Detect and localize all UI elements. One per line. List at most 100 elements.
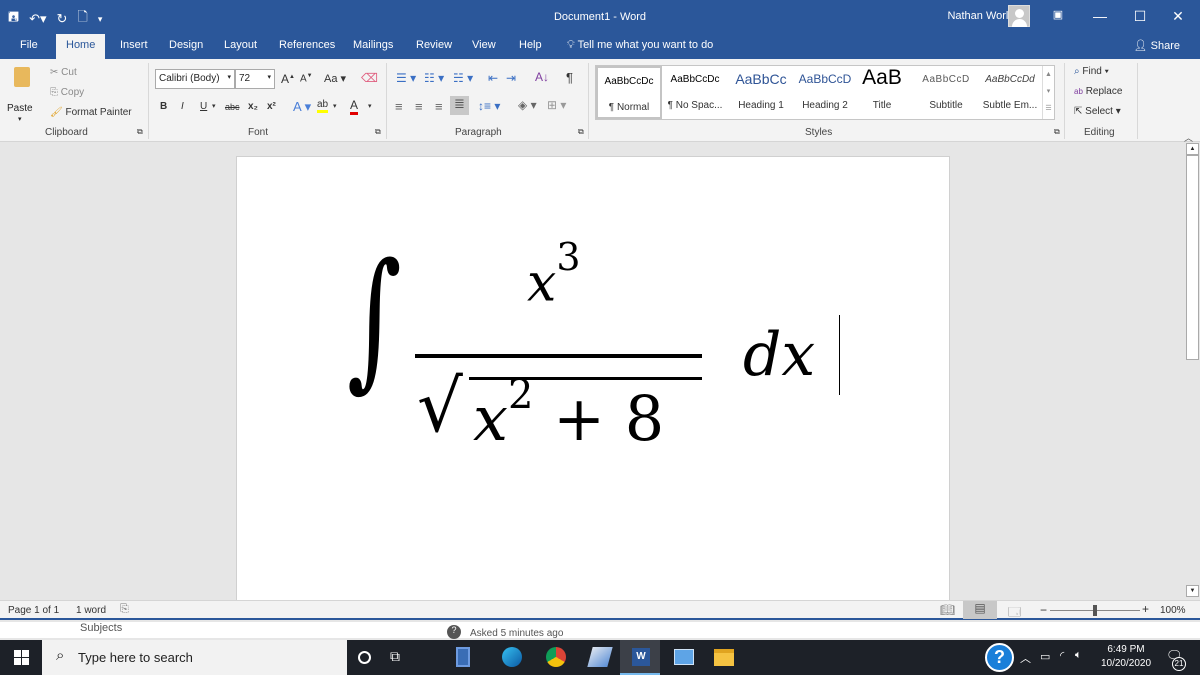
zoom-slider[interactable]	[1050, 605, 1140, 616]
style-heading-1[interactable]: AaBbCc Heading 1	[728, 66, 794, 119]
cortana-icon[interactable]	[358, 651, 371, 664]
zoom-in-button[interactable]: +	[1142, 602, 1149, 616]
style-no-spacing[interactable]: AaBbCcDc ¶ No Spac...	[662, 66, 728, 119]
underline-dropdown-icon[interactable]: ▾	[212, 102, 216, 110]
underline-button[interactable]: U	[200, 101, 207, 112]
tab-design[interactable]: Design	[169, 39, 203, 51]
tab-file[interactable]: File	[20, 39, 38, 51]
tab-mailings[interactable]: Mailings	[353, 39, 393, 51]
control-panel-icon[interactable]	[674, 649, 694, 665]
windows-start-icon[interactable]	[14, 650, 29, 665]
format-painter-button[interactable]: 🖌︎ Format Painter	[50, 107, 132, 118]
chrome-icon[interactable]	[546, 647, 566, 667]
font-color-dropdown-icon[interactable]: ▾	[368, 102, 372, 110]
text-effects-icon[interactable]: A ▾	[293, 99, 311, 115]
styles-launcher-icon[interactable]: ⧉	[1054, 127, 1060, 137]
clear-formatting-icon[interactable]: ⌫	[361, 71, 378, 85]
print-layout-icon[interactable]: ▤	[963, 601, 997, 619]
tab-review[interactable]: Review	[416, 39, 452, 51]
strikethrough-button[interactable]: abc	[225, 102, 240, 112]
copy-button[interactable]: ⎘ Copy	[50, 87, 84, 98]
volume-icon[interactable]: 🔈︎	[1075, 649, 1082, 662]
bold-button[interactable]: B	[160, 101, 167, 112]
subjects-label[interactable]: Subjects	[80, 622, 122, 634]
equation[interactable]: ∫ x3 √ x2 + 8 dx	[347, 232, 847, 472]
align-right-icon[interactable]: ≡	[435, 99, 443, 114]
clock[interactable]: 6:49 PM 10/20/2020	[1098, 643, 1154, 671]
shrink-font-icon[interactable]: A▼	[300, 73, 313, 84]
tab-view[interactable]: View	[472, 39, 496, 51]
file-explorer-icon[interactable]	[714, 649, 734, 666]
find-button[interactable]: ⌕ Find ▾	[1074, 66, 1109, 77]
style-normal[interactable]: AaBbCcDc ¶ Normal	[596, 66, 662, 119]
font-size-select[interactable]: 72 ▾	[235, 69, 275, 89]
close-button[interactable]: ✕	[1168, 8, 1188, 25]
bullets-icon[interactable]: ☰ ▾	[396, 71, 416, 85]
align-center-icon[interactable]: ≡	[415, 99, 423, 114]
battery-icon[interactable]: ▭	[1040, 650, 1050, 663]
show-hidden-icons[interactable]: ︿	[1020, 650, 1031, 666]
font-color-icon[interactable]: A	[350, 98, 359, 115]
shading-icon[interactable]: ◈ ▾	[518, 98, 537, 112]
read-mode-icon[interactable]: 📖︎	[940, 603, 955, 617]
document-page[interactable]: ∫ x3 √ x2 + 8 dx	[236, 156, 950, 606]
tab-insert[interactable]: Insert	[120, 39, 148, 51]
style-heading-2[interactable]: AaBbCcD Heading 2	[794, 66, 856, 119]
scroll-up-button[interactable]: ▲	[1186, 143, 1199, 155]
page-count[interactable]: Page 1 of 1	[8, 605, 59, 616]
cut-button[interactable]: ✂ Cut	[50, 67, 77, 78]
minimize-button[interactable]: —	[1090, 8, 1110, 24]
proofing-icon[interactable]: ⎘	[120, 603, 129, 616]
italic-button[interactable]: I	[181, 101, 184, 112]
show-formatting-icon[interactable]: ¶	[566, 70, 573, 85]
calculator-icon[interactable]	[456, 647, 470, 667]
font-name-select[interactable]: Calibri (Body) ▾	[155, 69, 235, 89]
clipboard-launcher-icon[interactable]: ⧉	[137, 127, 143, 137]
select-button[interactable]: ⇱ Select ▾	[1074, 106, 1121, 117]
highlight-icon[interactable]: ab	[317, 99, 329, 113]
align-left-icon[interactable]: ≡	[395, 99, 403, 114]
justify-icon[interactable]: ≣	[450, 96, 469, 115]
borders-icon[interactable]: ⊞ ▾	[547, 98, 566, 112]
highlight-dropdown-icon[interactable]: ▾	[333, 102, 337, 110]
style-subtle-emphasis[interactable]: AaBbCcDd Subtle Em...	[978, 66, 1042, 119]
subscript-button[interactable]: x₂	[248, 101, 258, 112]
edge-icon[interactable]	[502, 647, 522, 667]
zoom-level[interactable]: 100%	[1160, 605, 1186, 616]
user-avatar[interactable]	[1008, 5, 1030, 27]
scroll-down-button[interactable]: ▼	[1186, 585, 1199, 597]
replace-button[interactable]: ab Replace	[1074, 86, 1122, 97]
zoom-out-button[interactable]: −	[1040, 603, 1047, 617]
share-button[interactable]: 👤︎ Share	[1134, 39, 1180, 52]
paragraph-launcher-icon[interactable]: ⧉	[578, 127, 584, 137]
sort-icon[interactable]: A↓	[535, 70, 549, 84]
change-case-button[interactable]: Aa ▾	[324, 72, 346, 85]
tell-me-box[interactable]: 💡︎ Tell me what you want to do	[567, 39, 713, 52]
font-launcher-icon[interactable]: ⧉	[375, 127, 381, 137]
multilevel-list-icon[interactable]: ☵ ▾	[453, 71, 473, 85]
increase-indent-icon[interactable]: ⇥	[506, 71, 516, 85]
tab-help[interactable]: Help	[519, 39, 542, 51]
web-layout-icon[interactable]: 🗔	[1008, 603, 1021, 624]
vertical-scrollbar[interactable]: ▲ ▼	[1183, 143, 1200, 600]
superscript-button[interactable]: x²	[267, 101, 276, 112]
tab-layout[interactable]: Layout	[224, 39, 257, 51]
styles-scroll[interactable]: ▲ ▾ ☰	[1042, 66, 1054, 119]
word-taskbar-icon[interactable]: W	[620, 640, 660, 675]
taskbar-search[interactable]: ⌕ Type here to search	[42, 640, 347, 675]
paste-button[interactable]: Paste ▾	[7, 65, 36, 123]
scroll-thumb[interactable]	[1186, 155, 1199, 360]
style-title[interactable]: AaB Title	[856, 66, 908, 119]
wifi-icon[interactable]: ◜	[1060, 649, 1064, 662]
grow-font-icon[interactable]: A▲	[281, 72, 295, 86]
help-icon[interactable]: ?	[985, 643, 1014, 672]
zoom-slider-thumb[interactable]	[1093, 605, 1097, 616]
ribbon-display-options-icon[interactable]: ▣	[1048, 8, 1068, 21]
task-view-icon[interactable]: ⧉	[390, 648, 400, 665]
line-spacing-icon[interactable]: ↕≡ ▾	[478, 99, 500, 113]
tab-home[interactable]: Home	[56, 34, 106, 59]
numbering-icon[interactable]: ☷ ▾	[424, 71, 444, 85]
tab-references[interactable]: References	[279, 39, 335, 51]
decrease-indent-icon[interactable]: ⇤	[488, 71, 498, 85]
paint-icon[interactable]	[587, 647, 613, 667]
